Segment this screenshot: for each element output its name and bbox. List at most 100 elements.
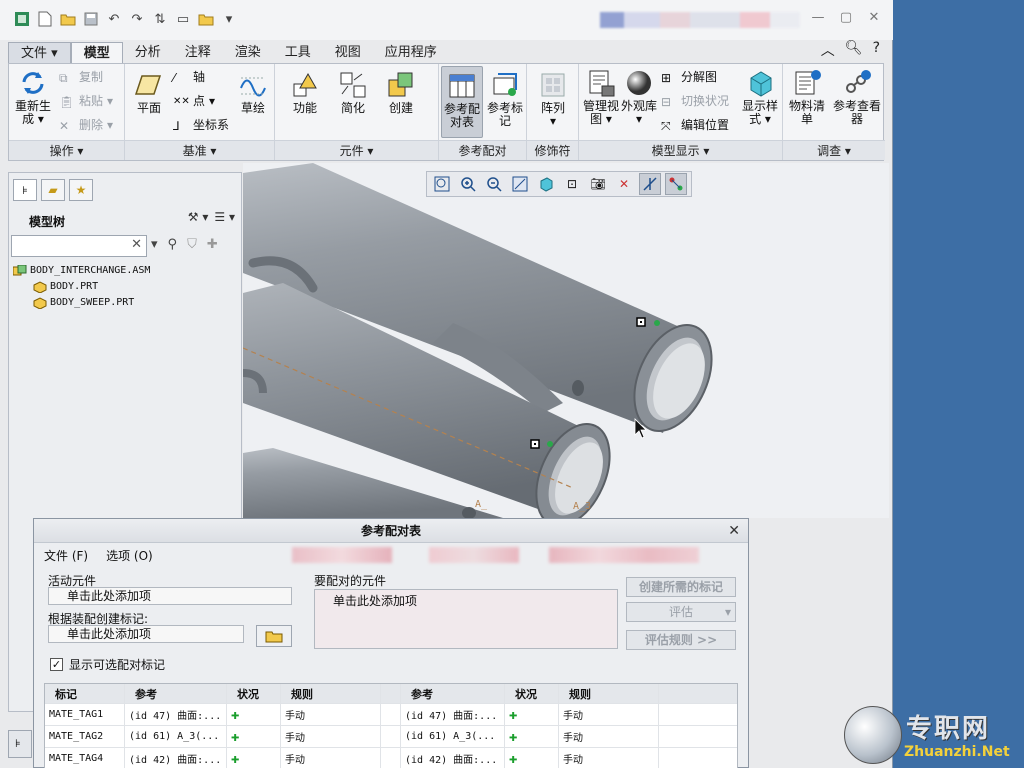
create-marks-button[interactable]: 创建所需的标记	[626, 577, 736, 597]
search-icon[interactable]: 🔍︎	[845, 40, 863, 60]
simplify-button[interactable]: 简化	[333, 70, 373, 115]
datum-display-icon[interactable]: ✕	[613, 173, 635, 195]
windows-icon[interactable]: ▭	[173, 9, 193, 29]
group-label-datum[interactable]: 基准 ▾	[125, 140, 274, 160]
dialog-close-icon[interactable]: ✕	[728, 519, 740, 543]
tab-tools[interactable]: 工具	[273, 42, 323, 64]
status-tree-toggle[interactable]: ⊧	[8, 730, 32, 758]
new-file-icon[interactable]	[35, 9, 55, 29]
undo-icon[interactable]: ↶	[104, 9, 124, 29]
display-style-button[interactable]: 显示样式 ▾	[739, 68, 781, 126]
tab-annotate[interactable]: 注释	[173, 42, 223, 64]
evaluate-dropdown[interactable]: 评估 ▾	[626, 602, 736, 622]
tab-file[interactable]: 文件 ▾	[8, 42, 71, 64]
tree-item-part[interactable]: BODY.PRT	[13, 279, 150, 295]
paste-button[interactable]: 📋︎ 粘贴 ▾	[59, 92, 113, 110]
menu-file[interactable]: 文件 (F)	[44, 547, 88, 564]
help-icon[interactable]: ?	[873, 40, 880, 60]
tab-model[interactable]: 模型	[70, 42, 123, 64]
app-logo-icon[interactable]	[12, 9, 32, 29]
show-list-icon[interactable]: ☰ ▾	[214, 210, 235, 224]
point-button[interactable]: ✕✕ 点 ▾	[173, 92, 215, 110]
model-tree-tab[interactable]: ⊧	[13, 179, 37, 201]
redo-icon[interactable]: ↷	[127, 9, 147, 29]
clear-search-icon[interactable]: ✕	[131, 237, 142, 252]
regenerate-button[interactable]: 重新生成 ▾	[13, 68, 53, 126]
table-row[interactable]: MATE_TAG4 (id 42) 曲面:... ✚ 手动 (id 42) 曲面…	[45, 748, 737, 768]
explode-view-button[interactable]: ⊞ 分解图	[661, 68, 717, 86]
plane-button[interactable]: 平面	[129, 70, 169, 115]
ref-pair-table-button[interactable]: 参考配对表	[441, 66, 483, 138]
table-row[interactable]: MATE_TAG1 (id 47) 曲面:... ✚ 手动 (id 47) 曲面…	[45, 704, 737, 726]
tree-item-part[interactable]: BODY_SWEEP.PRT	[13, 295, 150, 311]
save-icon[interactable]	[81, 9, 101, 29]
col-rule[interactable]: 规则	[281, 684, 381, 703]
customize-dropdown-icon[interactable]: ▾	[219, 9, 239, 29]
search-input[interactable]: ✕	[11, 235, 147, 257]
active-component-field[interactable]: 单击此处添加项	[48, 587, 292, 605]
ref-mark-button[interactable]: 参考标记	[485, 70, 525, 128]
graphics-viewport[interactable]: A_3 A_ ⊡ 📷︎ ✕	[243, 163, 889, 518]
create-button[interactable]: 创建	[381, 70, 421, 115]
ref-viewer-button[interactable]: 参考查看器	[831, 68, 883, 126]
close-window-icon[interactable]	[196, 9, 216, 29]
close-icon[interactable]: ✕	[865, 10, 883, 26]
binoculars-icon[interactable]: ⚲	[168, 237, 178, 252]
manage-views-button[interactable]: 管理视图 ▾	[581, 68, 621, 126]
group-label-operations[interactable]: 操作 ▾	[9, 140, 124, 160]
filter-icon[interactable]: ⛉	[187, 237, 197, 252]
menu-options[interactable]: 选项 (O)	[106, 547, 153, 564]
axis-button[interactable]: ⁄ 轴	[173, 68, 205, 86]
group-label-component[interactable]: 元件 ▾	[275, 140, 438, 160]
delete-button[interactable]: ✕ 删除 ▾	[59, 116, 113, 134]
show-optional-checkbox[interactable]: ✓	[50, 658, 63, 671]
add-icon[interactable]: ✚	[207, 237, 218, 252]
eval-rules-button[interactable]: 评估规则 >>	[626, 630, 736, 650]
toggle-status-button[interactable]: ⊟ 切换状况	[661, 92, 729, 110]
edit-position-button[interactable]: ⤧ 编辑位置	[661, 116, 729, 134]
zoom-in-icon[interactable]	[457, 173, 479, 195]
repaint-icon[interactable]	[509, 173, 531, 195]
search-dropdown-icon[interactable]: ▾	[151, 237, 158, 252]
copy-button[interactable]: ⧉ 复制	[59, 68, 103, 86]
components-to-pair-list[interactable]: 单击此处添加项	[314, 589, 618, 649]
open-folder-icon[interactable]	[58, 9, 78, 29]
favorites-tab[interactable]: ★	[69, 179, 93, 201]
saved-views-icon[interactable]: ⊡	[561, 173, 583, 195]
col-rule[interactable]: 规则	[559, 684, 659, 703]
col-status[interactable]: 状况	[227, 684, 281, 703]
zoom-out-icon[interactable]	[483, 173, 505, 195]
sketch-button[interactable]: 草绘	[233, 70, 273, 115]
create-from-assembly-field[interactable]: 单击此处添加项	[48, 625, 244, 643]
tab-analysis[interactable]: 分析	[123, 42, 173, 64]
col-tag[interactable]: 标记	[45, 684, 125, 703]
function-button[interactable]: 功能	[285, 70, 325, 115]
collapse-ribbon-icon[interactable]: ︿	[821, 40, 835, 60]
display-style-icon[interactable]: 📷︎	[587, 173, 609, 195]
tab-view[interactable]: 视图	[323, 42, 373, 64]
browse-folder-button[interactable]	[256, 625, 292, 647]
appearance-lib-button[interactable]: 外观库 ▾	[621, 68, 657, 126]
bom-button[interactable]: 物料清单	[787, 68, 827, 126]
col-status[interactable]: 状况	[505, 684, 559, 703]
csys-button[interactable]: ⅃ 坐标系	[173, 116, 229, 134]
folder-browser-tab[interactable]: ▰	[41, 179, 65, 201]
tab-render[interactable]: 渲染	[223, 42, 273, 64]
spin-center-icon[interactable]	[639, 173, 661, 195]
minimize-icon[interactable]: —	[809, 10, 827, 26]
show-optional-marks[interactable]: ✓ 显示可选配对标记	[50, 656, 165, 673]
saved-orientations-icon[interactable]	[535, 173, 557, 195]
col-ref[interactable]: 参考	[401, 684, 505, 703]
group-label-model-display[interactable]: 模型显示 ▾	[579, 140, 782, 160]
col-ref[interactable]: 参考	[125, 684, 227, 703]
settings-hammer-icon[interactable]: ⚒ ▾	[188, 210, 209, 224]
regenerate-small-icon[interactable]: ⇅	[150, 9, 170, 29]
tab-applications[interactable]: 应用程序	[373, 42, 449, 64]
annotation-display-icon[interactable]	[665, 173, 687, 195]
pattern-button[interactable]: 阵列 ▾	[533, 70, 573, 128]
tree-item-assembly[interactable]: BODY_INTERCHANGE.ASM	[13, 263, 150, 279]
maximize-icon[interactable]: ▢	[837, 10, 855, 26]
table-row[interactable]: MATE_TAG2 (id 61) A_3(... ✚ 手动 (id 61) A…	[45, 726, 737, 748]
group-label-investigate[interactable]: 调查 ▾	[783, 140, 885, 160]
refit-icon[interactable]	[431, 173, 453, 195]
